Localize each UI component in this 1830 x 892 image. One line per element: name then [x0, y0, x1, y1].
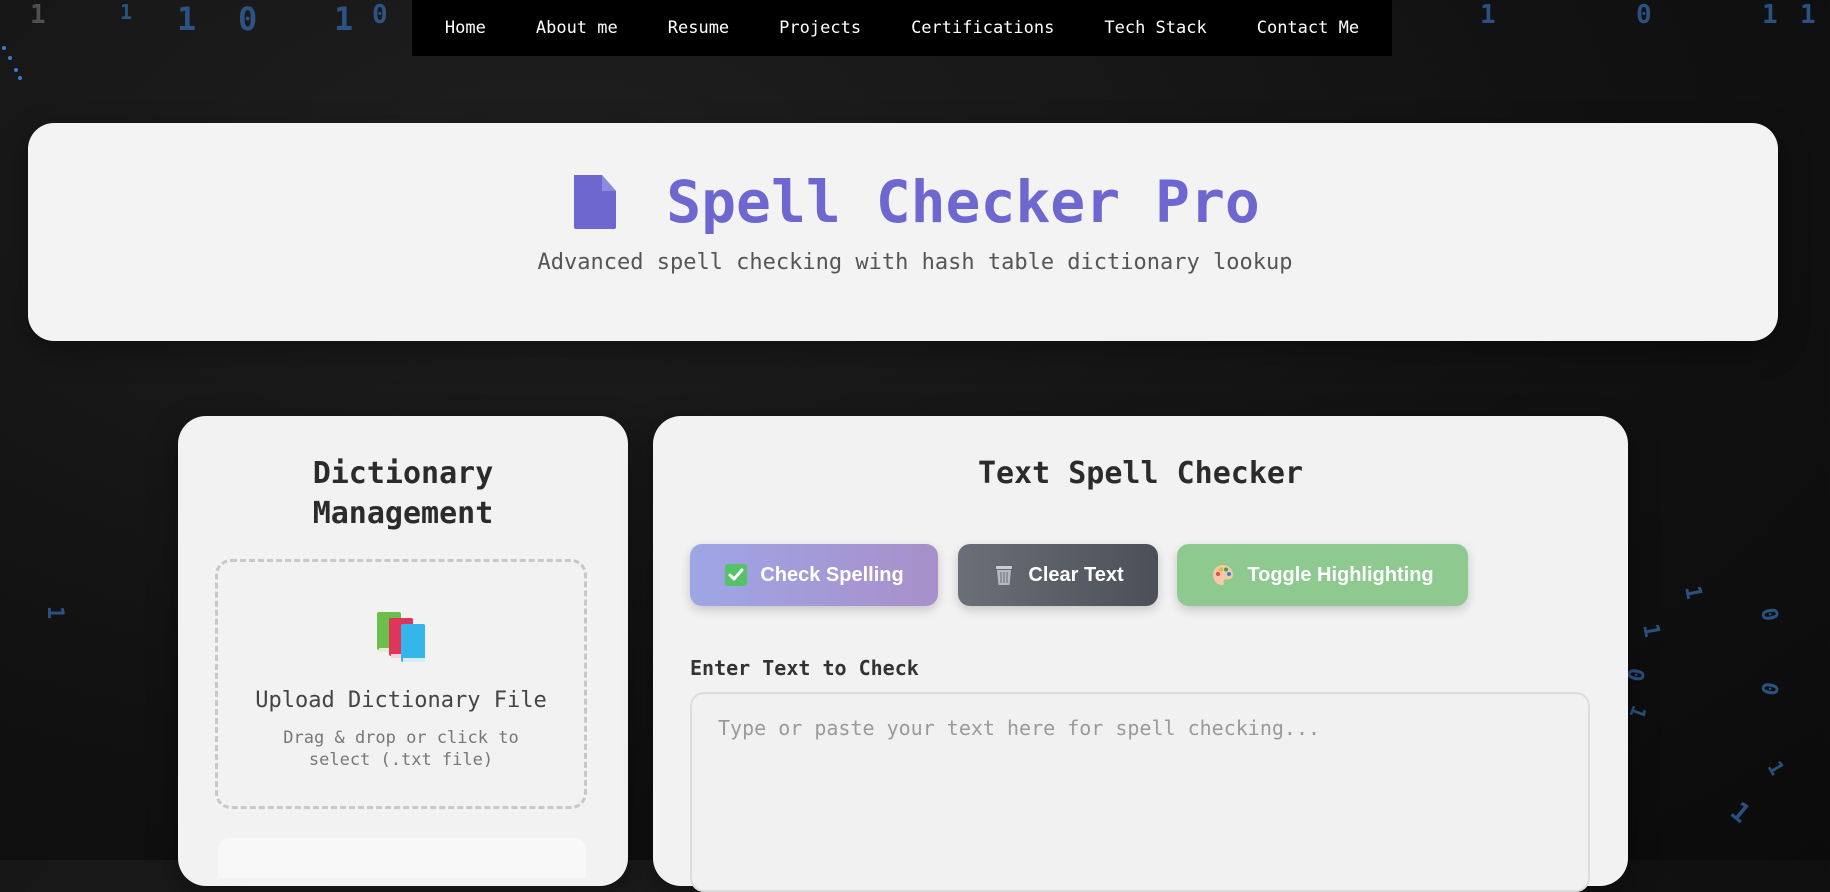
bg-digit: 1 [334, 0, 354, 38]
bg-digit: 1 [30, 0, 46, 30]
books-icon [377, 612, 425, 662]
trash-icon [996, 566, 1013, 585]
spell-check-textarea[interactable] [690, 692, 1590, 892]
bg-digit: 1 [1480, 0, 1496, 30]
dictionary-upload-dropzone[interactable] [215, 559, 587, 809]
bg-digit: 0 [372, 0, 388, 30]
nav-certifications[interactable]: Certifications [886, 0, 1079, 56]
bg-digit: 1 [1762, 0, 1778, 30]
clear-text-label: Clear Text [1028, 563, 1124, 586]
bg-digit: 0 [1755, 605, 1783, 624]
nav-tech-stack[interactable]: Tech Stack [1079, 0, 1231, 56]
spell-checker-heading: Text Spell Checker [977, 456, 1304, 491]
bg-digit: 1 [1637, 621, 1665, 640]
nav-resume[interactable]: Resume [643, 0, 754, 56]
bg-dot [14, 68, 18, 72]
bg-digit: 1 [1679, 583, 1707, 602]
bg-digit: 0 [1755, 679, 1783, 698]
bg-digit: 1 [1724, 796, 1756, 830]
upload-title: Upload Dictionary File [255, 688, 547, 713]
bg-digit: 0 [238, 0, 258, 38]
bg-dot [2, 46, 6, 50]
nav-about-me[interactable]: About me [511, 0, 643, 56]
clear-text-button[interactable]: Clear Text [958, 544, 1158, 606]
palette-icon [1213, 565, 1234, 585]
text-input-label: Enter Text to Check [690, 656, 919, 680]
toggle-highlighting-button[interactable]: Toggle Highlighting [1177, 544, 1468, 606]
nav-projects[interactable]: Projects [754, 0, 886, 56]
page-subtitle: Advanced spell checking with hash table … [537, 250, 1293, 275]
toggle-highlighting-label: Toggle Highlighting [1247, 563, 1434, 586]
page-title: Spell Checker Pro [666, 168, 1260, 236]
bg-digit: 1 [1800, 0, 1816, 30]
hero-title-row: Spell Checker Pro [0, 168, 1830, 236]
top-navigation: Home About me Resume Projects Certificat… [412, 0, 1392, 56]
bg-digit: 1 [1624, 702, 1652, 722]
bg-digit: 0 [1636, 0, 1652, 30]
bg-digit: 1 [42, 605, 68, 620]
nav-contact-me[interactable]: Contact Me [1232, 0, 1384, 56]
check-spelling-label: Check Spelling [760, 563, 904, 586]
document-icon [574, 175, 617, 229]
bg-dot [8, 56, 12, 60]
bg-dot [18, 76, 22, 80]
check-mark-icon [725, 564, 748, 586]
check-spelling-button[interactable]: Check Spelling [690, 544, 938, 606]
bg-digit: 1 [1762, 756, 1790, 780]
upload-hint: Drag & drop or click to select (.txt fil… [283, 728, 519, 770]
bg-digit: 1 [177, 0, 197, 38]
bg-digit: 1 [120, 0, 133, 24]
dictionary-stats-card [218, 838, 586, 878]
nav-home[interactable]: Home [420, 0, 511, 56]
dictionary-heading: Dictionary Management [312, 456, 494, 531]
